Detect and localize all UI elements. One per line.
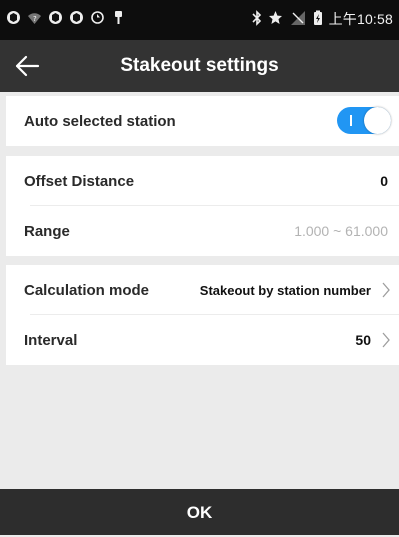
chevron-right-icon xyxy=(382,332,390,348)
no-signal-icon xyxy=(289,10,307,29)
offset-distance-row[interactable]: Offset Distance 0 xyxy=(6,156,399,206)
app-icon xyxy=(6,10,21,25)
interval-label: Interval xyxy=(24,331,78,349)
toggle-knob xyxy=(364,107,391,134)
range-row: Range 1.000 ~ 61.000 xyxy=(6,206,399,256)
sync-icon xyxy=(90,10,105,25)
interval-value: 50 xyxy=(355,332,371,348)
bottom-action-bar: OK xyxy=(0,489,399,535)
back-button[interactable] xyxy=(10,50,44,82)
calculation-mode-value: Stakeout by station number xyxy=(199,282,371,298)
status-bar: ? 上午10:58 xyxy=(0,0,399,40)
offset-distance-value: 0 xyxy=(380,173,388,189)
app-icon xyxy=(48,10,63,25)
bluetooth-icon xyxy=(251,9,262,29)
status-time: 上午10:58 xyxy=(328,11,393,27)
status-notification-icons: ? xyxy=(6,10,126,25)
auto-selected-station-row[interactable]: Auto selected station xyxy=(6,96,399,146)
calculation-mode-row[interactable]: Calculation mode Stakeout by station num… xyxy=(6,265,399,315)
battery-charging-icon xyxy=(313,10,323,29)
wifi-question-icon: ? xyxy=(27,10,42,25)
offset-distance-label: Offset Distance xyxy=(24,172,135,190)
range-label: Range xyxy=(24,222,70,240)
star-icon xyxy=(268,10,283,28)
status-system-icons: 上午10:58 xyxy=(251,9,393,29)
arrow-left-icon xyxy=(15,55,40,77)
interval-row[interactable]: Interval 50 xyxy=(6,315,399,365)
chevron-right-icon xyxy=(382,282,390,298)
page-title: Stakeout settings xyxy=(120,55,279,76)
toggle-on-mark xyxy=(350,115,352,126)
ok-button[interactable]: OK xyxy=(0,489,399,535)
range-value: 1.000 ~ 61.000 xyxy=(294,223,388,239)
app-icon xyxy=(69,10,84,25)
usb-icon xyxy=(111,10,126,25)
auto-selected-station-toggle[interactable] xyxy=(337,107,391,134)
auto-selected-station-label: Auto selected station xyxy=(24,112,176,130)
app-bar: Stakeout settings xyxy=(0,40,399,92)
calculation-mode-label: Calculation mode xyxy=(24,281,150,299)
svg-text:?: ? xyxy=(33,15,37,23)
